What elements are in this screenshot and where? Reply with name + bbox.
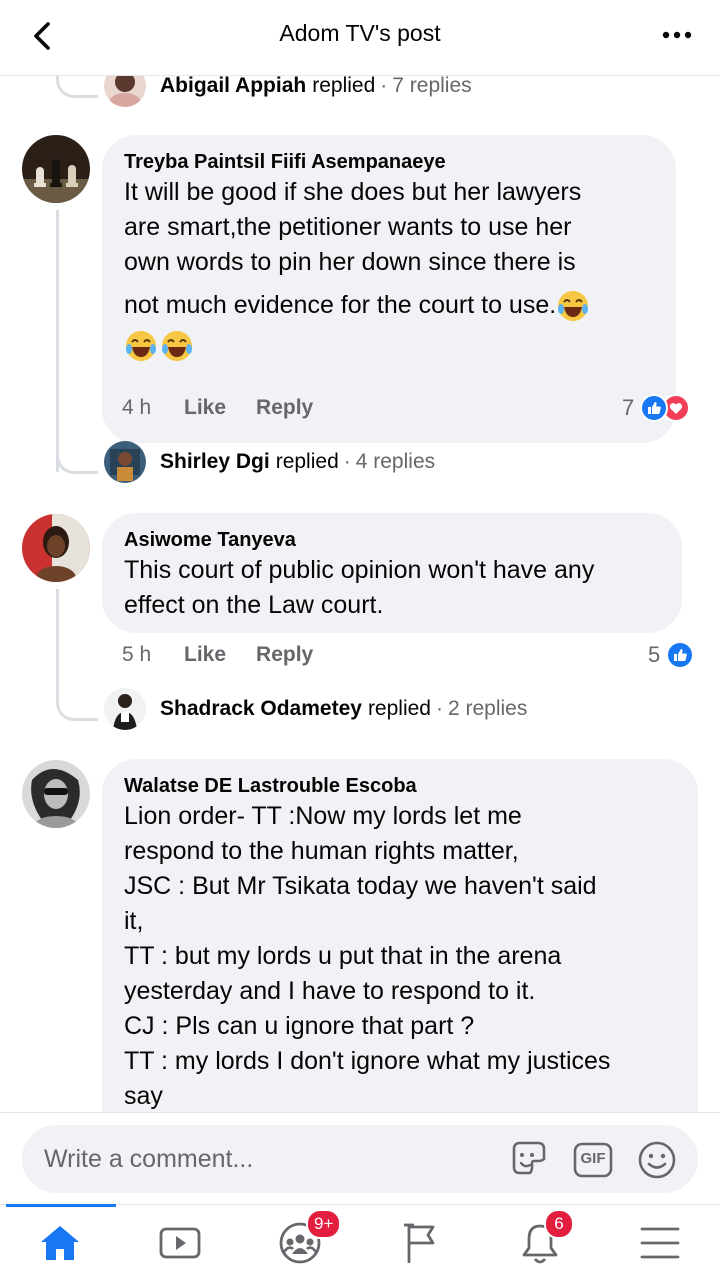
reply-count: 2 replies [447,697,528,720]
like-icon [640,394,669,422]
tab-notifications[interactable]: 6 [510,1209,574,1271]
comment-text: respond to the human rights matter, [124,837,519,865]
gif-label: GIF [580,1150,606,1167]
smiley-icon [638,1141,676,1179]
reaction-summary[interactable]: 5 [648,638,695,672]
more-dots-icon [662,31,692,39]
comment-input[interactable]: Write a comment... GIF [22,1125,698,1193]
avatar [104,76,146,107]
sticker-button[interactable] [508,1139,550,1181]
notifications-badge: 6 [544,1209,574,1239]
emoji-row [124,329,654,363]
comment-actions: 4 h Like Reply [122,391,343,425]
comment-input-placeholder: Write a comment... [44,1145,254,1173]
tab-home[interactable] [30,1215,90,1271]
thread-line [56,210,59,472]
separator-dot: · [380,76,388,97]
hamburger-menu-icon [640,1227,680,1259]
groups-badge: 9+ [306,1209,342,1239]
laughing-emoji-icon [556,289,590,323]
flag-icon [404,1223,435,1263]
avatar [104,441,146,483]
emoji-button[interactable] [636,1139,678,1181]
like-button[interactable]: Like [184,396,226,420]
post-header: Adom TV's post [0,0,720,76]
comment-text: are smart,the petitioner wants to use he… [124,213,572,241]
thread-connector [56,76,98,98]
tab-pages[interactable] [390,1215,450,1271]
like-icon [666,641,695,669]
video-icon [159,1227,201,1259]
comment-text: own words to pin her down since there is [124,248,576,276]
gif-button[interactable]: GIF [572,1139,614,1181]
comment-text-line: not much evidence for the court to use. [124,288,654,323]
page-title: Adom TV's post [279,20,441,46]
comment-text: This court of public opinion won't have … [124,556,595,584]
reply-author[interactable]: Abigail Appiah [160,76,306,98]
reply-label: replied [275,450,339,473]
tab-menu[interactable] [630,1215,690,1271]
reply-label: replied [312,76,376,97]
avatar[interactable] [22,514,90,582]
comment-text: say [124,1082,163,1110]
comment-author[interactable]: Treyba Paintsil Fiifi Asempanaeye [124,149,654,175]
comment-composer-bar: Write a comment... GIF [0,1112,720,1204]
comment-text: yesterday and I have to respond to it. [124,977,536,1005]
tab-watch[interactable] [150,1215,210,1271]
avatar[interactable] [22,760,90,828]
comment-text: it, [124,907,144,935]
reaction-summary[interactable]: 7 [622,391,691,425]
comment-time: 4 h [122,396,152,419]
reply-label: replied [367,697,431,720]
reply-author[interactable]: Shadrack Odametey [160,697,362,721]
comment-bubble[interactable]: Asiwome Tanyeva This court of public opi… [102,513,682,633]
bottom-navigation: 9+ 6 [0,1204,720,1280]
reply-author[interactable]: Shirley Dgi [160,450,270,474]
reaction-count: 5 [648,642,661,667]
reply-count: 4 replies [355,450,436,473]
thread-line [56,589,59,697]
comment-author[interactable]: Walatse DE Lastrouble Escoba [124,773,676,799]
comments-feed[interactable]: Abigail Appiah replied · 7 replies Treyb… [0,76,720,1112]
reply-count: 7 replies [392,76,472,97]
thread-connector [56,697,98,721]
tab-groups[interactable]: 9+ [270,1209,342,1271]
reaction-count: 7 [622,395,635,420]
comment-text: Lion order- TT :Now my lords let me [124,802,522,830]
home-icon [41,1226,79,1260]
comment-text: JSC : But Mr Tsikata today we haven't sa… [124,872,597,900]
comment-time: 5 h [122,643,152,666]
sticker-icon [512,1141,546,1175]
laughing-emoji-icon [160,329,194,363]
thread-connector [56,450,98,474]
comment-text: CJ : Pls can u ignore that part ? [124,1012,475,1040]
active-tab-indicator [6,1204,116,1207]
comment-bubble[interactable]: Walatse DE Lastrouble Escoba Lion order-… [102,759,698,1112]
view-replies-link[interactable]: Shirley Dgi replied · 4 replies [104,440,435,484]
avatar [104,688,146,730]
separator-dot: · [343,450,351,473]
comment-text: It will be good if she does but her lawy… [124,178,582,206]
comment-text: effect on the Law court. [124,591,384,619]
separator-dot: · [435,697,443,720]
avatar[interactable] [22,135,90,203]
comment-text: not much evidence for the court to use. [124,291,557,319]
comment-text: TT : my lords I don't ignore what my jus… [124,1047,611,1075]
laughing-emoji-icon [124,329,158,363]
view-replies-link[interactable]: Abigail Appiah replied · 7 replies [104,76,472,108]
view-replies-link[interactable]: Shadrack Odametey replied · 2 replies [104,687,527,731]
reply-button[interactable]: Reply [256,643,313,667]
reply-button[interactable]: Reply [256,396,313,420]
like-button[interactable]: Like [184,643,226,667]
more-options-button[interactable] [660,22,694,48]
comment-text: TT : but my lords u put that in the aren… [124,942,562,970]
comment-actions: 5 h Like Reply [122,638,343,672]
comment-author[interactable]: Asiwome Tanyeva [124,527,660,553]
